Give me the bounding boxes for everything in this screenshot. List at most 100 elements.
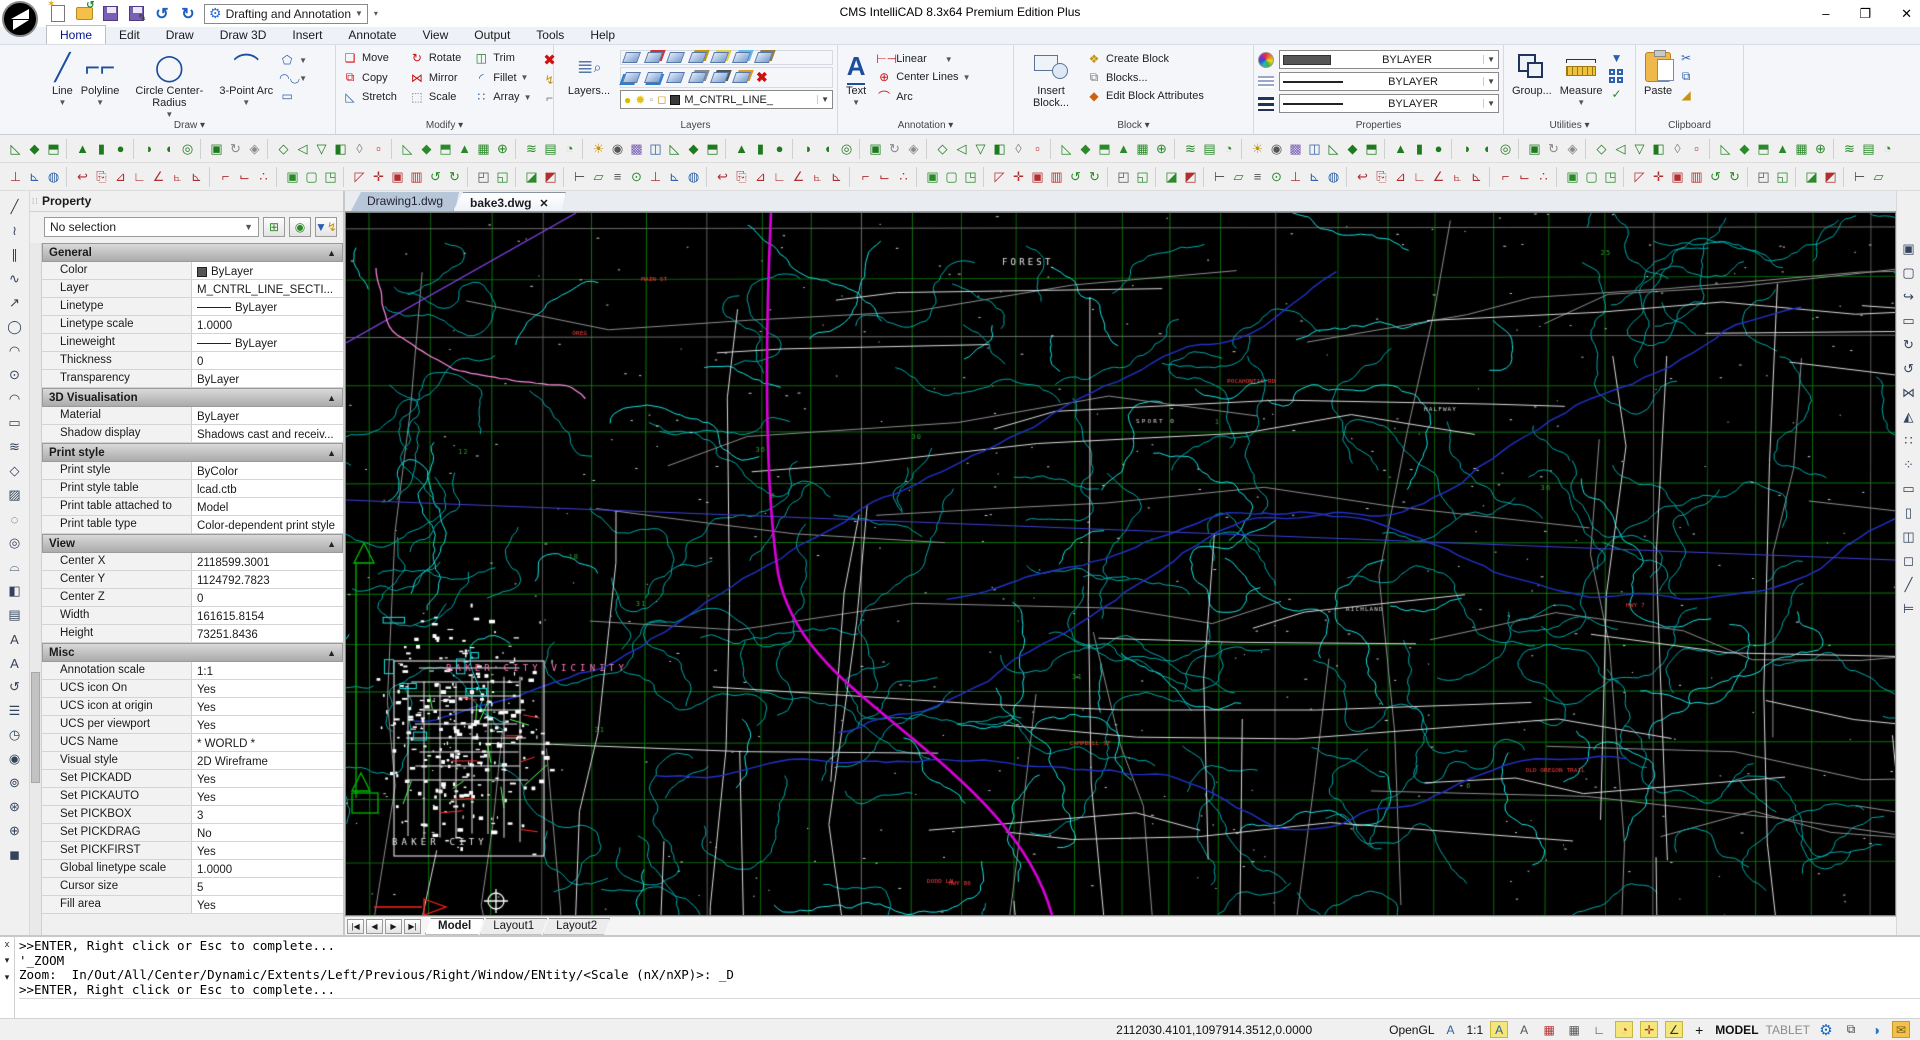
dimension-linear-button[interactable]: ⊢⊣ Linear ▼ [874, 51, 972, 67]
measure-button[interactable]: Measure ▼ [1556, 48, 1607, 110]
rotate-g-icon[interactable]: ↺ [1706, 167, 1725, 187]
annotation-scale-icon[interactable]: A [1442, 1021, 1460, 1038]
surface3-icon[interactable]: ◔ [1219, 139, 1238, 159]
property-row[interactable]: Set PICKADD Yes [42, 770, 343, 788]
layer-new-icon[interactable] [665, 52, 686, 63]
annotation-visibility-icon[interactable]: A [1490, 1021, 1509, 1038]
tab-nav-last-button[interactable]: ▶| [404, 918, 421, 934]
camera-icon[interactable]: ◉ [1267, 139, 1286, 159]
section-header-3d-visualisation[interactable]: 3D Visualisation ▲ [42, 388, 343, 407]
property-value[interactable]: ByColor [192, 462, 343, 479]
tab-draw-3d[interactable]: Draw 3D [207, 26, 280, 44]
vtool-10-icon[interactable]: ≋ [4, 435, 26, 459]
section-icon[interactable]: ◊ [1668, 139, 1687, 159]
ucs-entity-icon[interactable]: ⊿ [1391, 167, 1410, 187]
tablet-toggle[interactable]: TABLET [1766, 1023, 1810, 1037]
vtool-5-icon[interactable]: ↺ [1898, 357, 1920, 381]
mesh-sphere-icon[interactable]: ⊕ [493, 139, 512, 159]
ucs-globe-icon[interactable]: ◍ [684, 167, 703, 187]
solid-box-icon[interactable]: ⬒ [703, 139, 722, 159]
ucs-prev-icon[interactable]: ↩ [73, 167, 92, 187]
solid-cylinder-icon[interactable]: ▮ [92, 139, 111, 159]
ucs-named-icon[interactable]: ⊥ [646, 167, 665, 187]
ucs-globe-icon[interactable]: ◍ [1324, 167, 1343, 187]
property-value[interactable]: Model [192, 498, 343, 515]
tab-output[interactable]: Output [461, 26, 523, 44]
mesh-wedge-icon[interactable]: ◺ [1716, 139, 1735, 159]
rotate-g-icon[interactable]: ↺ [1066, 167, 1085, 187]
grid-display-icon[interactable]: ▦ [1565, 1021, 1583, 1038]
rotate-g2-icon[interactable]: ↻ [445, 167, 464, 187]
render-icon[interactable]: ▩ [627, 139, 646, 159]
ucs-entity-icon[interactable]: ⊿ [111, 167, 130, 187]
polar-tracking-icon[interactable]: ◔ [1615, 1021, 1634, 1038]
property-value[interactable]: 73251.8436 [192, 625, 343, 642]
rect-red-icon[interactable]: ▣ [388, 167, 407, 187]
ucs-face-icon[interactable]: ⎘ [92, 167, 111, 187]
vtool-23-icon[interactable]: ◉ [4, 747, 26, 771]
property-value[interactable]: 5 [192, 878, 343, 895]
mesh-cylinder-icon[interactable]: ▦ [1792, 139, 1811, 159]
panel-label-layers[interactable]: Layers [554, 120, 837, 134]
panel-label-annotation[interactable]: Annotation ▾ [838, 120, 1013, 134]
group-button[interactable]: Group... [1508, 48, 1556, 98]
vtool-6-icon[interactable]: ◠ [4, 339, 26, 363]
select-icon[interactable]: ◸ [1630, 167, 1649, 187]
cascade-windows-icon[interactable]: ⧉ [1842, 1021, 1860, 1038]
tab-view[interactable]: View [409, 26, 461, 44]
property-value[interactable]: No [192, 824, 343, 841]
subtract-icon[interactable]: ↻ [226, 139, 245, 159]
property-row[interactable]: Material ByLayer [42, 407, 343, 425]
sweep-icon[interactable]: ▽ [1630, 139, 1649, 159]
vtool-1-icon[interactable]: ≀ [4, 219, 26, 243]
ucs-x-icon[interactable]: ∠ [1429, 167, 1448, 187]
move-pt-icon[interactable]: ✛ [369, 167, 388, 187]
property-value[interactable]: 0 [192, 352, 343, 369]
layer-unlock-icon[interactable] [687, 72, 708, 83]
vtool-22-icon[interactable]: ◷ [4, 723, 26, 747]
ucs-y-icon[interactable]: ⦜ [168, 167, 187, 187]
solid-dish-icon[interactable]: ◗ [140, 139, 159, 159]
property-row[interactable]: UCS icon at origin Yes [42, 698, 343, 716]
property-row[interactable]: Print table type Color-dependent print st… [42, 516, 343, 534]
rect-red-icon[interactable]: ▣ [1668, 167, 1687, 187]
vtool-8-icon[interactable]: ◠ [4, 387, 26, 411]
copy-clip-button[interactable]: ⧉ [1676, 68, 1696, 85]
shade2-icon[interactable]: ◱ [493, 167, 512, 187]
fillet-button[interactable]: ◜ Fillet ▼ [471, 69, 533, 86]
mesh-cone-icon[interactable]: ▲ [1773, 139, 1792, 159]
solid-dome-icon[interactable]: ◖ [1477, 139, 1496, 159]
vtool-19-icon[interactable]: A [4, 651, 26, 675]
close-tab-icon[interactable]: ✕ [539, 197, 548, 210]
ucs-view-icon[interactable]: ∟ [770, 167, 789, 187]
property-scrollbar[interactable] [30, 243, 42, 935]
property-row[interactable]: Cursor size 5 [42, 878, 343, 896]
section-header-misc[interactable]: Misc ▲ [42, 643, 343, 662]
solid-wedge-icon[interactable]: ◺ [1324, 139, 1343, 159]
solid-dish-icon[interactable]: ◗ [1458, 139, 1477, 159]
annotation-scale-value[interactable]: 1:1 [1467, 1023, 1484, 1037]
tab-nav-first-button[interactable]: |◀ [347, 918, 364, 934]
camera-icon[interactable]: ◉ [608, 139, 627, 159]
property-panel-header[interactable]: ⁞⁞ Property [30, 191, 343, 212]
copy-button[interactable]: ⧉ Copy [340, 69, 399, 86]
ucs-world-icon[interactable]: ⊾ [25, 167, 44, 187]
property-value[interactable]: ByLayer [192, 298, 343, 315]
entity-snap-icon[interactable]: ✛ [1640, 1021, 1659, 1038]
mirror-button[interactable]: ⋈ Mirror [407, 69, 463, 86]
layout-tab-layout2[interactable]: Layout2 [543, 918, 610, 935]
command-history[interactable]: >>ENTER, Right click or Esc to complete.… [15, 937, 1920, 1018]
mesh-wedge-icon[interactable]: ◺ [1057, 139, 1076, 159]
scale-button[interactable]: ⬚ Scale [407, 89, 463, 105]
property-value[interactable]: 0 [192, 589, 343, 606]
property-row[interactable]: Shadow display Shadows cast and receiv... [42, 425, 343, 443]
property-value[interactable]: Yes [192, 896, 343, 913]
vtool-26-icon[interactable]: ⊕ [4, 819, 26, 843]
mesh-cone-icon[interactable]: ▲ [455, 139, 474, 159]
revolve-icon[interactable]: ◁ [1611, 139, 1630, 159]
vtool-13-icon[interactable]: ◌ [4, 507, 26, 531]
sweep-icon[interactable]: ▽ [971, 139, 990, 159]
copy-obj-icon[interactable]: ▣ [923, 167, 942, 187]
tab-tools[interactable]: Tools [523, 26, 577, 44]
vtool-1-icon[interactable]: ▢ [1898, 261, 1920, 285]
